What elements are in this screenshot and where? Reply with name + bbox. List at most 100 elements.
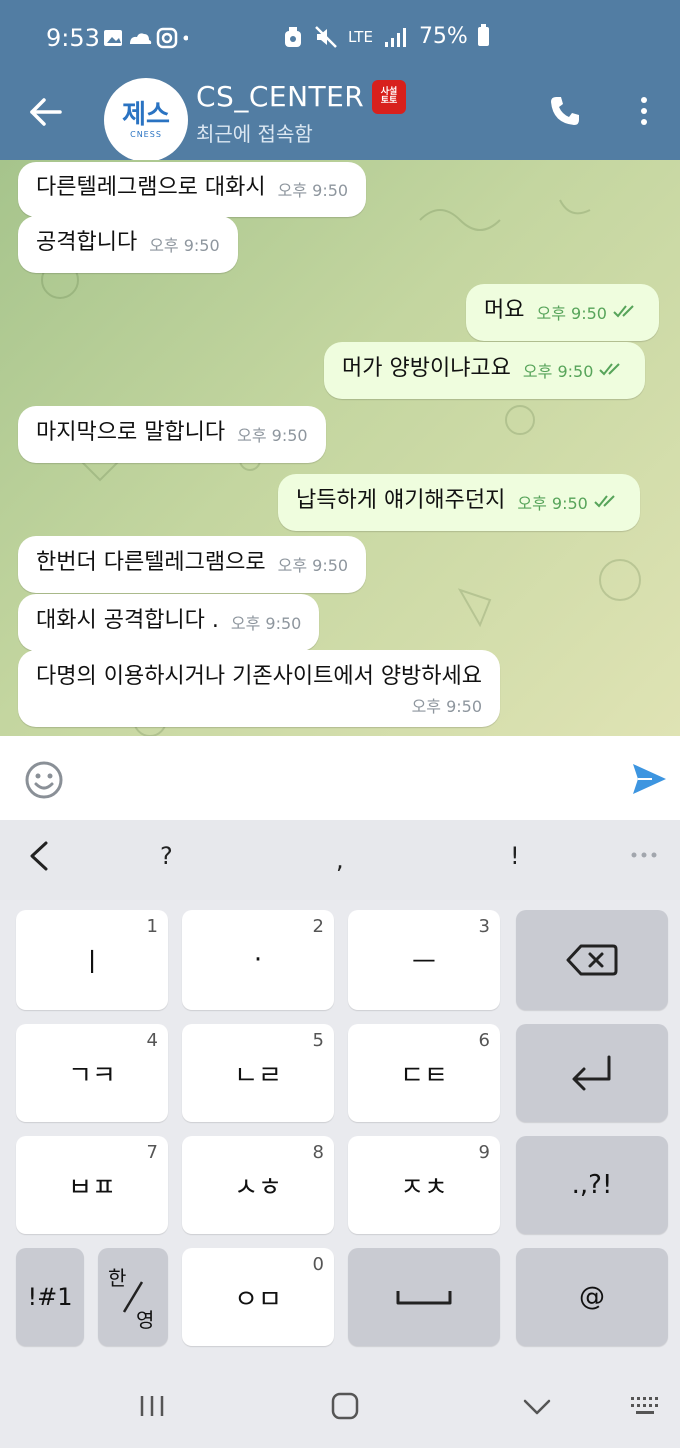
emoji-icon[interactable]	[24, 760, 64, 800]
key-symbols[interactable]: !#1	[16, 1248, 84, 1346]
message-time: 오후 9:50	[277, 556, 349, 575]
suggestion-exclamation[interactable]: !	[510, 842, 520, 870]
key-nieun-rieul[interactable]: ㄴㄹ 5	[182, 1024, 334, 1122]
key-at[interactable]: @	[516, 1248, 668, 1346]
key-number: 0	[312, 1254, 324, 1275]
key-label: ㄱㅋ	[68, 1060, 116, 1091]
key-dot[interactable]: · 2	[182, 910, 334, 1010]
message-bubble-incoming[interactable]: 다른텔레그램으로 대화시 오후 9:50	[18, 162, 367, 217]
read-checkmarks-icon	[594, 495, 615, 508]
key-ieung-mieum[interactable]: ㅇㅁ 0	[182, 1248, 334, 1346]
avatar-logo-text: 제스	[122, 99, 170, 130]
read-checkmarks-icon	[613, 305, 634, 318]
key-horizontal-stroke[interactable]: ㅡ3	[348, 910, 500, 1010]
message-input[interactable]	[84, 752, 604, 806]
back-arrow-icon[interactable]	[26, 92, 66, 132]
message-text: 대화시 공격합니다 .	[36, 608, 219, 633]
key-number: 8	[312, 1142, 324, 1163]
more-vertical-icon[interactable]	[632, 94, 656, 128]
avatar-logo-subtext: CNESS	[130, 129, 162, 139]
battery-percent: 75%	[418, 24, 468, 49]
suggestion-question-mark[interactable]: ?	[160, 842, 173, 870]
send-icon[interactable]	[630, 760, 668, 798]
message-text: 한번더 다른텔레그램으로	[36, 550, 266, 575]
key-label: ㄴㄹ	[234, 1060, 282, 1091]
mute-icon	[315, 25, 337, 48]
key-jieut-chieut[interactable]: ㅈㅊ 9	[348, 1136, 500, 1234]
message-time: 오후 9:50	[237, 426, 308, 445]
message-bubble-incoming[interactable]: 마지막으로 말합니다 오후 9:50	[18, 406, 326, 463]
phone-icon[interactable]	[548, 94, 582, 128]
lang-english-label: 영	[136, 1308, 155, 1332]
message-text: 머요	[484, 298, 525, 323]
signal-icon	[384, 27, 406, 47]
key-label: ㅂㅍ	[68, 1172, 116, 1203]
home-icon[interactable]	[330, 1392, 360, 1420]
back-chevron-down-icon[interactable]	[522, 1398, 552, 1416]
message-text: 납득하게 얘기해주던지	[296, 488, 506, 513]
status-right: LTE 75%	[282, 24, 489, 49]
key-punctuation[interactable]: .,?!	[516, 1136, 668, 1234]
space-icon	[396, 1291, 452, 1305]
key-bieup-pieup[interactable]: ㅂㅍ 7	[16, 1136, 168, 1234]
keyboard-collapse-chevron-icon[interactable]	[28, 840, 50, 872]
key-label: ㅇㅁ	[234, 1284, 282, 1315]
recent-apps-icon[interactable]	[138, 1394, 166, 1418]
key-label: ㅣ	[80, 947, 104, 978]
key-space[interactable]	[348, 1248, 500, 1346]
status-bar: 9:53 LTE 75%	[0, 0, 680, 78]
backspace-icon	[566, 944, 618, 976]
title-badge-icon: 사설 토토	[372, 80, 406, 114]
key-label: ·	[253, 945, 263, 975]
message-time: 오후 9:50	[517, 494, 588, 513]
chat-last-seen: 최근에 접속함	[196, 122, 313, 146]
message-time: 오후 9:50	[149, 236, 220, 255]
avatar[interactable]: 제스 CNESS	[104, 78, 188, 162]
key-label: ㅈㅊ	[400, 1172, 448, 1203]
key-giyeok-kieuk[interactable]: ㄱㅋ 4	[16, 1024, 168, 1122]
message-bubble-incoming[interactable]: 대화시 공격합니다 . 오후 9:50	[18, 594, 320, 651]
key-number: 9	[478, 1142, 490, 1163]
key-number: 7	[146, 1142, 158, 1163]
key-label: ㅅㅎ	[234, 1172, 282, 1203]
key-backspace[interactable]	[516, 910, 668, 1010]
message-bubble-incoming[interactable]: 다명의 이용하시거나 기존사이트에서 양방하세요 오후 9:50	[18, 650, 501, 727]
key-language-toggle[interactable]: 한 영	[98, 1248, 168, 1346]
key-digeut-tieut[interactable]: ㄷㅌ 6	[348, 1024, 500, 1122]
key-label: !#1	[27, 1283, 73, 1311]
enter-icon	[572, 1055, 611, 1091]
battery-icon	[477, 24, 489, 46]
message-bubble-outgoing[interactable]: 납득하게 얘기해주던지 오후 9:50	[278, 474, 640, 531]
message-text: 다명의 이용하시거나 기존사이트에서 양방하세요	[36, 664, 483, 689]
status-time: 9:53	[46, 24, 100, 52]
message-text: 공격합니다	[36, 230, 138, 255]
key-enter[interactable]	[516, 1024, 668, 1122]
message-time: 오후 9:50	[536, 304, 607, 323]
key-vertical-stroke[interactable]: ㅣ1	[16, 910, 168, 1010]
chat-area[interactable]: 다른텔레그램으로 대화시 오후 9:50 공격합니다 오후 9:50 머요 오후 9:…	[0, 160, 680, 736]
key-siot-hieut[interactable]: ㅅㅎ 8	[182, 1136, 334, 1234]
key-label: .,?!	[571, 1170, 613, 1200]
notification-icons-svg	[104, 27, 189, 49]
key-number: 6	[478, 1030, 490, 1051]
message-bubble-incoming[interactable]: 공격합니다 오후 9:50	[18, 216, 238, 273]
read-checkmarks-icon	[599, 363, 621, 376]
message-time: 오후 9:50	[411, 697, 483, 716]
message-time: 오후 9:50	[277, 181, 349, 200]
key-number: 5	[312, 1030, 324, 1051]
key-number: 2	[312, 916, 324, 937]
key-label: @	[579, 1282, 605, 1312]
message-bubble-outgoing[interactable]: 머가 양방이냐고요 오후 9:50	[324, 342, 646, 399]
key-label: ㄷㅌ	[400, 1060, 448, 1091]
suggestion-comma[interactable]: ,	[336, 846, 344, 874]
message-text: 머가 양방이냐고요	[342, 356, 511, 381]
message-bubble-outgoing[interactable]: 머요 오후 9:50	[466, 284, 659, 341]
chat-title[interactable]: CS_CENTER	[196, 80, 364, 113]
app-bar: 9:53 LTE 75% 제스 CNESS CS_CENTER 사설 토토 최근…	[0, 0, 680, 162]
network-label: LTE	[348, 27, 373, 46]
keyboard-switch-icon[interactable]	[630, 1396, 662, 1418]
key-number: 3	[478, 916, 490, 937]
message-bubble-incoming[interactable]: 한번더 다른텔레그램으로 오후 9:50	[18, 536, 367, 593]
alarm-icon	[285, 26, 301, 47]
more-horizontal-icon[interactable]	[630, 850, 658, 860]
